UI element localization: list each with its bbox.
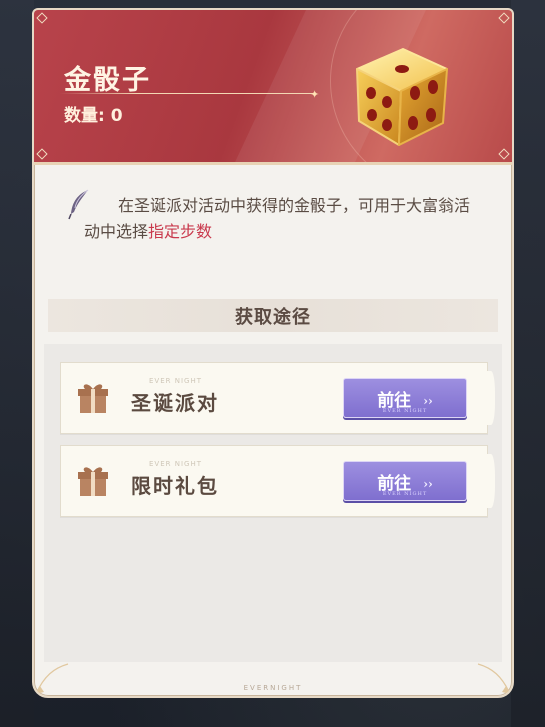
- corner-ornament: [36, 148, 48, 160]
- item-title: 金骰子: [64, 65, 151, 96]
- goto-christmas-party-button[interactable]: 前往 ›› EVER NIGHT: [343, 378, 467, 418]
- route-label: 限时礼包: [131, 474, 219, 498]
- golden-dice-icon: [356, 48, 448, 146]
- double-chevron-right-icon: ››: [423, 476, 433, 491]
- background-right-panel: [511, 0, 545, 727]
- corner-ornament: [498, 12, 510, 24]
- sparkle-icon: ✦: [310, 88, 320, 101]
- route-item-christmas-party: EVER NIGHT 圣诞派对 前往 ›› EVER NIGHT: [60, 362, 495, 434]
- goto-button-label: 前往: [377, 390, 412, 411]
- gift-icon: [78, 467, 108, 496]
- route-label: 圣诞派对: [131, 391, 219, 415]
- background-left-panel: [0, 0, 34, 727]
- gift-icon: [78, 384, 108, 413]
- footer-brand: EVERNIGHT: [243, 684, 303, 692]
- description-highlight: 指定步数: [148, 222, 213, 241]
- button-watermark: EVER NIGHT: [382, 491, 428, 497]
- item-detail-card: 金骰子 ✦ 数量: 0 在圣诞派对活动中获得的金骰子，可用于大富翁活动中选择指定…: [32, 8, 514, 698]
- item-quantity: 数量: 0: [64, 106, 123, 126]
- acquisition-routes-panel: EVER NIGHT 圣诞派对 前往 ›› EVER NIGHT EVER NI…: [44, 344, 502, 662]
- acquisition-section-title: 获取途径: [48, 299, 498, 332]
- goto-limited-pack-button[interactable]: 前往 ›› EVER NIGHT: [343, 461, 467, 501]
- item-description: 在圣诞派对活动中获得的金骰子，可用于大富翁活动中选择指定步数: [84, 193, 484, 245]
- corner-ornament: [36, 12, 48, 24]
- route-watermark: EVER NIGHT: [149, 377, 202, 385]
- button-watermark: EVER NIGHT: [382, 408, 428, 414]
- description-text: 在圣诞派对活动中获得的金骰子，可用于大富翁活动中选择: [84, 196, 471, 241]
- route-item-limited-pack: EVER NIGHT 限时礼包 前往 ›› EVER NIGHT: [60, 445, 495, 517]
- goto-button-label: 前往: [377, 473, 412, 494]
- item-header: 金骰子 ✦ 数量: 0: [34, 10, 512, 165]
- double-chevron-right-icon: ››: [423, 393, 433, 408]
- route-watermark: EVER NIGHT: [149, 460, 202, 468]
- title-divider: [60, 93, 316, 94]
- corner-ornament: [498, 148, 510, 160]
